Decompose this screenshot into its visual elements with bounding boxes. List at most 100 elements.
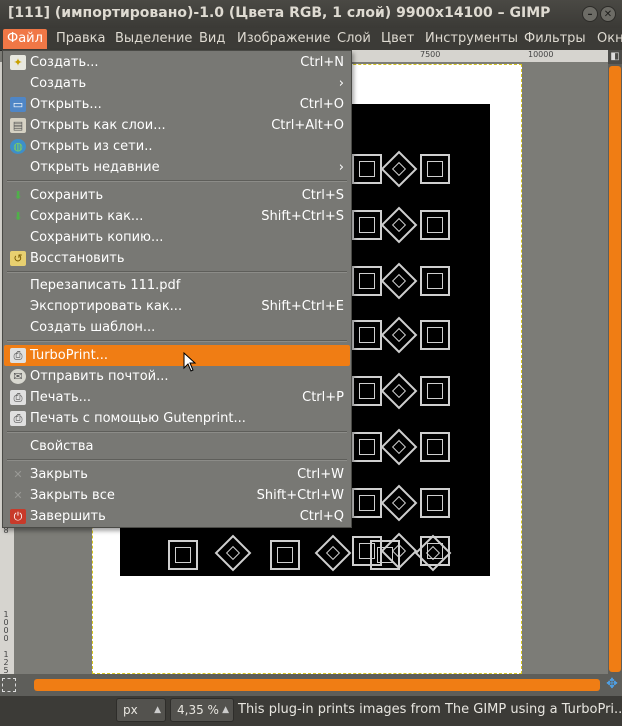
menu-item-open[interactable]: ▭ Открыть... Ctrl+O <box>4 94 350 115</box>
menu-item-shortcut: Ctrl+P <box>302 390 344 405</box>
menu-item-save-copy[interactable]: Сохранить копию... <box>4 227 350 248</box>
art-ornament <box>420 376 450 406</box>
close-icon: ✕ <box>13 468 23 481</box>
art-ornament <box>420 432 450 462</box>
menu-filters[interactable]: Фильтры <box>520 29 590 49</box>
chevron-updown-icon: ▲ <box>154 705 161 715</box>
menu-item-send-mail[interactable]: ✉ Отправить почтой... <box>4 366 350 387</box>
menu-edit[interactable]: Правка <box>52 29 109 49</box>
menu-item-close[interactable]: ✕ Закрыть Ctrl+W <box>4 464 350 485</box>
menu-item-save[interactable]: ⬇ Сохранить Ctrl+S <box>4 185 350 206</box>
minimize-button[interactable]: – <box>582 6 598 22</box>
zoom-value: 4,35 % <box>177 703 219 717</box>
menu-file[interactable]: Файл <box>3 29 47 49</box>
menu-item-label: Сохранить как... <box>30 209 144 224</box>
menu-item-print[interactable]: ⎙ Печать... Ctrl+P <box>4 387 350 408</box>
menu-item-create-template[interactable]: Создать шаблон... <box>4 317 350 338</box>
menu-item-label: Перезаписать 111.pdf <box>30 278 181 293</box>
art-ornament <box>380 428 418 466</box>
vertical-scrollbar[interactable]: ◧ <box>608 50 622 674</box>
ruler-label: 7500 <box>420 50 441 59</box>
menu-item-shortcut: Ctrl+S <box>301 188 344 203</box>
art-ornament <box>380 484 418 522</box>
menu-item-label: Создать <box>30 76 87 91</box>
menu-item-shortcut: Shift+Ctrl+E <box>261 299 344 314</box>
art-ornament <box>420 210 450 240</box>
menu-item-label: Создать... <box>30 55 99 70</box>
menu-image[interactable]: Изображение <box>233 29 334 49</box>
menu-item-label: Сохранить <box>30 188 104 203</box>
menubar: Файл Правка Выделение Вид Изображение Сл… <box>0 28 622 51</box>
menu-separator <box>7 431 347 433</box>
menu-item-open-as-layers[interactable]: ▤ Открыть как слои... Ctrl+Alt+O <box>4 115 350 136</box>
close-window-button[interactable]: ✕ <box>600 6 616 22</box>
menu-item-label: Восстановить <box>30 251 125 266</box>
menu-item-turboprint[interactable]: ⎙ TurboPrint... <box>4 345 350 366</box>
menu-item-export-as[interactable]: Экспортировать как... Shift+Ctrl+E <box>4 296 350 317</box>
menu-item-overwrite[interactable]: Перезаписать 111.pdf <box>4 275 350 296</box>
art-ornament <box>420 266 450 296</box>
menu-item-create[interactable]: Создать › <box>4 73 350 94</box>
mouse-cursor-icon <box>183 352 197 372</box>
menu-item-label: Свойства <box>30 439 94 454</box>
chevron-updown-icon: ▲ <box>222 705 229 715</box>
menu-separator <box>7 271 347 273</box>
horizontal-scrollbar[interactable]: ✥ <box>0 674 622 696</box>
menu-item-label: Завершить <box>30 509 106 524</box>
menu-item-label: Открыть недавние <box>30 160 160 175</box>
menu-item-shortcut: Ctrl+O <box>299 97 344 112</box>
statusbar: px ▲ 4,35 % ▲ This plug-in prints images… <box>0 696 622 726</box>
art-ornament <box>352 266 382 296</box>
menu-item-save-as[interactable]: ⬇ Сохранить как... Shift+Ctrl+S <box>4 206 350 227</box>
menu-item-label: Открыть как слои... <box>30 118 166 133</box>
printer-icon: ⎙ <box>10 411 26 426</box>
art-ornament <box>352 432 382 462</box>
horizontal-scroll-thumb[interactable] <box>34 679 600 691</box>
menu-item-open-location[interactable]: ◍ Открыть из сети.. <box>4 136 350 157</box>
menu-item-close-all[interactable]: ✕ Закрыть все Shift+Ctrl+W <box>4 485 350 506</box>
art-ornament <box>214 534 252 572</box>
save-as-icon: ⬇ <box>13 210 23 223</box>
menu-separator <box>7 459 347 461</box>
menu-item-quit[interactable]: ⏻ Завершить Ctrl+Q <box>4 506 350 527</box>
menu-item-shortcut: Ctrl+W <box>297 467 344 482</box>
menu-windows[interactable]: Окн <box>593 29 622 49</box>
quick-mask-icon[interactable] <box>2 678 16 692</box>
art-ornament <box>352 210 382 240</box>
save-icon: ⬇ <box>13 189 23 202</box>
menu-item-open-recent[interactable]: Открыть недавние › <box>4 157 350 178</box>
menu-separator <box>7 340 347 342</box>
menu-item-print-gutenprint[interactable]: ⎙ Печать с помощью Gutenprint... <box>4 408 350 429</box>
navigate-icon[interactable]: ✥ <box>604 676 620 694</box>
art-ornament <box>352 154 382 184</box>
zoom-select[interactable]: 4,35 % ▲ <box>170 698 234 722</box>
menu-item-label: TurboPrint... <box>30 348 109 363</box>
menu-colors[interactable]: Цвет <box>377 29 418 49</box>
unit-value: px <box>123 703 138 717</box>
menu-layer[interactable]: Слой <box>333 29 375 49</box>
quick-mask-toggle-icon[interactable]: ◧ <box>608 50 622 64</box>
menu-item-new[interactable]: ✦ Создать... Ctrl+N <box>4 52 350 73</box>
menu-tools[interactable]: Инструменты <box>421 29 522 49</box>
open-as-layers-icon: ▤ <box>10 118 26 133</box>
quit-icon: ⏻ <box>10 509 26 524</box>
menu-select[interactable]: Выделение <box>111 29 196 49</box>
ruler-label: 5 <box>3 666 9 674</box>
art-ornament <box>420 488 450 518</box>
ruler-label: 0 <box>3 634 9 643</box>
unit-select[interactable]: px ▲ <box>116 698 166 722</box>
menu-item-label: Печать... <box>30 390 92 405</box>
menu-item-label: Закрыть <box>30 467 88 482</box>
art-ornament <box>168 540 198 570</box>
menu-view[interactable]: Вид <box>195 29 229 49</box>
menu-item-label: Создать шаблон... <box>30 320 156 335</box>
menu-separator <box>7 180 347 182</box>
window-title: [111] (импортировано)-1.0 (Цвета RGB, 1 … <box>8 5 551 21</box>
menu-item-label: Отправить почтой... <box>30 369 169 384</box>
menu-item-properties[interactable]: Свойства <box>4 436 350 457</box>
status-message: This plug-in prints images from The GIMP… <box>238 702 622 717</box>
open-folder-icon: ▭ <box>10 97 26 112</box>
menu-item-revert[interactable]: ↺ Восстановить <box>4 248 350 269</box>
vertical-scroll-thumb[interactable] <box>609 66 621 672</box>
printer-icon: ⎙ <box>10 390 26 405</box>
